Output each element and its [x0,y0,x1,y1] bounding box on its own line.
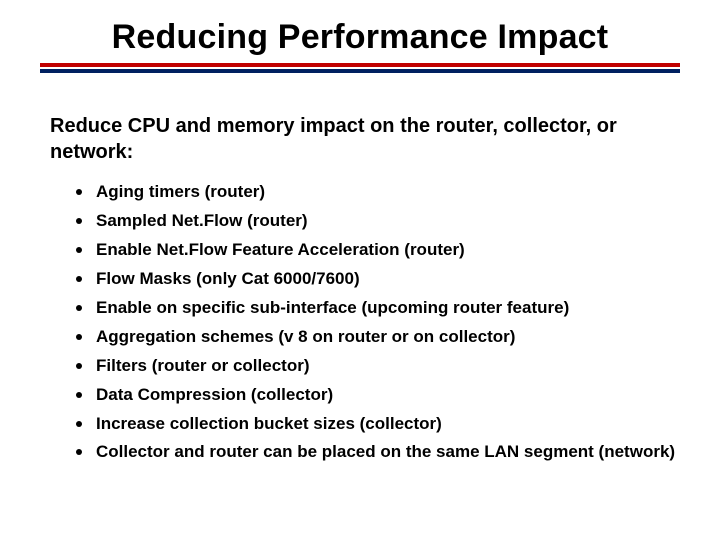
list-item: Data Compression (collector) [76,384,680,407]
bullet-icon [76,247,82,253]
bullet-icon [76,363,82,369]
slide-title: Reducing Performance Impact [60,18,660,57]
list-item: Sampled Net.Flow (router) [76,210,680,233]
bullet-text: Data Compression (collector) [96,384,333,407]
rule-red [40,63,680,67]
list-item: Flow Masks (only Cat 6000/7600) [76,268,680,291]
bullet-text: Filters (router or collector) [96,355,309,378]
bullet-text: Sampled Net.Flow (router) [96,210,308,233]
list-item: Enable Net.Flow Feature Acceleration (ro… [76,239,680,262]
bullet-text: Flow Masks (only Cat 6000/7600) [96,268,360,291]
bullet-text: Increase collection bucket sizes (collec… [96,413,442,436]
bullet-icon [76,421,82,427]
bullet-list: Aging timers (router) Sampled Net.Flow (… [76,181,680,464]
bullet-text: Aggregation schemes (v 8 on router or on… [96,326,515,349]
bullet-icon [76,392,82,398]
bullet-icon [76,449,82,455]
bullet-icon [76,305,82,311]
list-item: Increase collection bucket sizes (collec… [76,413,680,436]
bullet-text: Enable Net.Flow Feature Acceleration (ro… [96,239,465,262]
bullet-icon [76,334,82,340]
slide: Reducing Performance Impact Reduce CPU a… [0,0,720,540]
bullet-text: Collector and router can be placed on th… [96,441,675,464]
bullet-icon [76,189,82,195]
title-rule [40,63,680,73]
list-item: Aging timers (router) [76,181,680,204]
intro-text: Reduce CPU and memory impact on the rout… [50,113,670,165]
bullet-icon [76,218,82,224]
rule-blue [40,69,680,73]
list-item: Filters (router or collector) [76,355,680,378]
list-item: Enable on specific sub-interface (upcomi… [76,297,680,320]
list-item: Aggregation schemes (v 8 on router or on… [76,326,680,349]
bullet-icon [76,276,82,282]
bullet-text: Enable on specific sub-interface (upcomi… [96,297,569,320]
bullet-text: Aging timers (router) [96,181,265,204]
list-item: Collector and router can be placed on th… [76,441,680,464]
